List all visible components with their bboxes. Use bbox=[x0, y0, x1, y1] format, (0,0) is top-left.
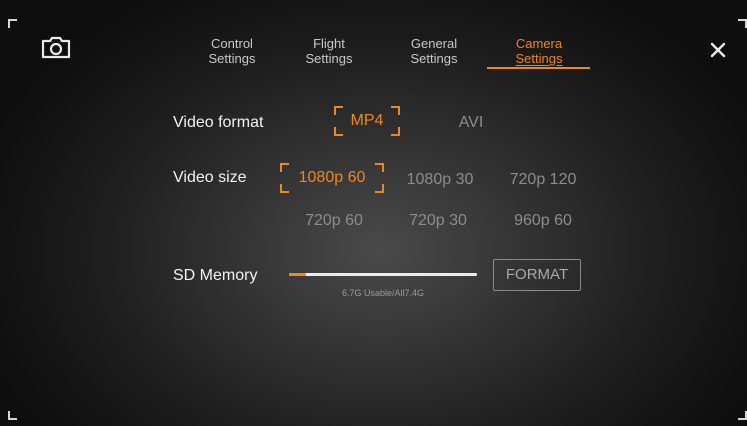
frame-corner-top-right bbox=[738, 19, 747, 28]
selection-bracket bbox=[375, 163, 384, 172]
format-button[interactable]: FORMAT bbox=[493, 259, 581, 291]
selection-bracket bbox=[334, 106, 343, 115]
video-format-label: Video format bbox=[173, 114, 264, 131]
selection-bracket bbox=[334, 127, 343, 136]
frame-corner-top-left bbox=[8, 19, 17, 28]
video-format-option-avi[interactable]: AVI bbox=[446, 114, 496, 132]
tab-label-line1: Flight bbox=[313, 36, 345, 51]
video-size-option-720p60[interactable]: 720p 60 bbox=[296, 212, 372, 230]
tab-label-line1: Camera bbox=[515, 36, 563, 51]
tab-label-line1: General bbox=[410, 36, 458, 51]
camera-icon[interactable] bbox=[41, 35, 71, 59]
video-size-label: Video size bbox=[173, 169, 247, 186]
video-size-option-1080p60[interactable]: 1080p 60 bbox=[280, 163, 384, 193]
selection-bracket bbox=[280, 184, 289, 193]
tab-label-line1: Control bbox=[211, 36, 253, 51]
selection-bracket bbox=[391, 106, 400, 115]
option-label: 1080p 60 bbox=[298, 169, 366, 186]
frame-corner-bottom-right bbox=[738, 411, 747, 420]
tab-flight-settings[interactable]: Flight Settings bbox=[277, 36, 381, 66]
tab-camera-settings[interactable]: Camera Settings bbox=[487, 36, 591, 66]
video-size-option-1080p30[interactable]: 1080p 30 bbox=[398, 171, 482, 189]
sd-memory-usage-bar bbox=[289, 273, 477, 276]
selection-bracket bbox=[391, 127, 400, 136]
video-size-option-960p60[interactable]: 960p 60 bbox=[505, 212, 581, 230]
sd-memory-usage-text: 6.7G Usable/All7.4G bbox=[341, 288, 425, 298]
tab-label-line2: Settings bbox=[410, 51, 458, 66]
tab-general-settings[interactable]: General Settings bbox=[382, 36, 486, 66]
video-format-option-mp4[interactable]: MP4 bbox=[334, 106, 400, 136]
selection-bracket bbox=[280, 163, 289, 172]
camera-settings-screen: Control Settings Flight Settings General… bbox=[0, 0, 747, 426]
option-label: MP4 bbox=[350, 112, 384, 129]
tab-label-line2: Settings bbox=[305, 51, 353, 66]
sd-memory-usage-fill bbox=[289, 273, 306, 276]
tab-label-line2: Settings bbox=[515, 51, 563, 66]
tab-label-line2: Settings bbox=[208, 51, 256, 66]
video-size-option-720p120[interactable]: 720p 120 bbox=[500, 171, 586, 189]
frame-corner-bottom-left bbox=[8, 411, 17, 420]
active-tab-underline bbox=[487, 67, 590, 69]
selection-bracket bbox=[375, 184, 384, 193]
tab-control-settings[interactable]: Control Settings bbox=[180, 36, 284, 66]
sd-memory-label: SD Memory bbox=[173, 267, 258, 284]
video-size-option-720p30[interactable]: 720p 30 bbox=[400, 212, 476, 230]
close-icon[interactable] bbox=[706, 38, 730, 62]
